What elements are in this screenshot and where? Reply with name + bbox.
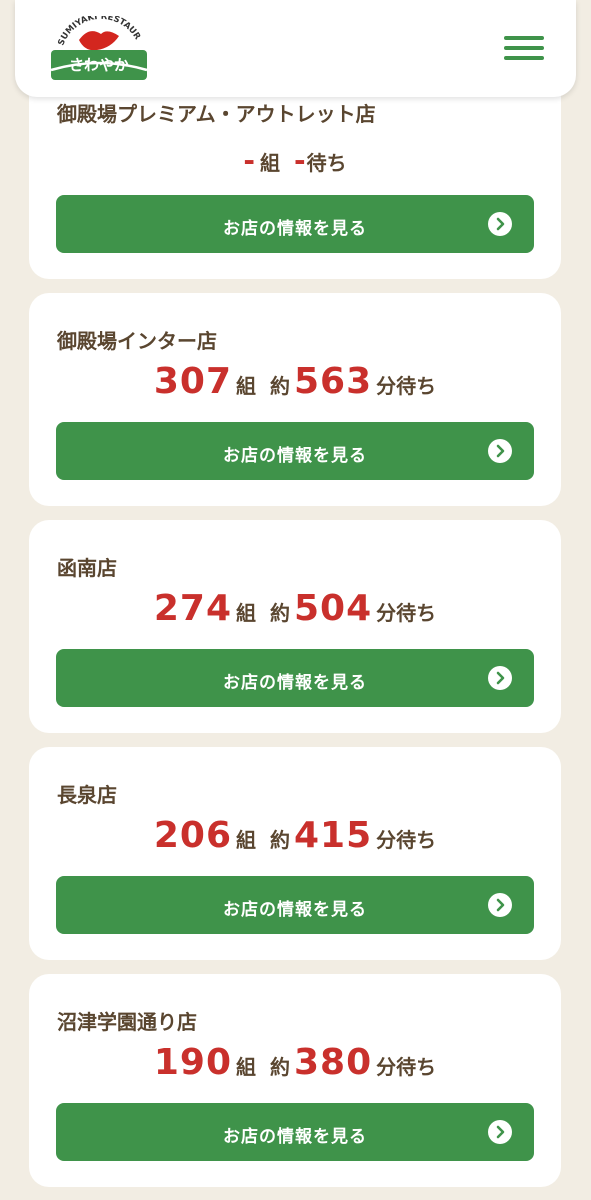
group-unit: 組 (236, 374, 256, 398)
store-card: 御殿場インター店 307 組約 563 分待ち お店の情報を見る (29, 293, 561, 506)
wait-status: 206 組約 415 分待ち (29, 815, 561, 856)
wait-minutes: 415 (294, 815, 373, 856)
store-info-button[interactable]: お店の情報を見る (56, 1103, 534, 1161)
store-info-button[interactable]: お店の情報を見る (56, 649, 534, 707)
approx-label: 約 (270, 828, 290, 852)
hamburger-menu-icon[interactable] (504, 34, 544, 62)
group-unit: 組 (260, 151, 280, 175)
wait-groups: 206 (153, 815, 232, 856)
chevron-right-icon (488, 1120, 512, 1144)
button-label: お店の情報を見る (223, 446, 367, 466)
logo-name: さわやか (69, 56, 129, 74)
approx-label: 約 (270, 374, 290, 398)
store-card: 函南店 274 組約 504 分待ち お店の情報を見る (29, 520, 561, 733)
chevron-right-icon (488, 666, 512, 690)
store-info-button[interactable]: お店の情報を見る (56, 422, 534, 480)
wait-groups: 274 (153, 588, 232, 629)
minute-unit: 分待ち (376, 828, 437, 852)
minute-unit: 待ち (306, 151, 347, 175)
store-card: 沼津学園通り店 190 組約 380 分待ち お店の情報を見る (29, 974, 561, 1187)
minute-unit: 分待ち (376, 1055, 437, 1079)
approx-label: 約 (270, 601, 290, 625)
store-name: 御殿場プレミアム・アウトレット店 (57, 102, 376, 126)
group-unit: 組 (236, 828, 256, 852)
wait-minutes: 563 (294, 361, 373, 402)
wait-status: 307 組約 563 分待ち (29, 361, 561, 402)
store-info-button[interactable]: お店の情報を見る (56, 876, 534, 934)
group-unit: 組 (236, 1055, 256, 1079)
store-name: 函南店 (57, 556, 117, 580)
wait-minutes: 380 (294, 1042, 373, 1083)
button-label: お店の情報を見る (223, 1127, 367, 1147)
approx-label: 約 (270, 1055, 290, 1079)
group-unit: 組 (236, 601, 256, 625)
store-name: 長泉店 (57, 783, 117, 807)
button-label: お店の情報を見る (223, 673, 367, 693)
wait-minutes: 504 (294, 588, 373, 629)
wait-minutes: - (294, 144, 307, 177)
store-name: 御殿場インター店 (57, 329, 217, 353)
chevron-right-icon (488, 439, 512, 463)
minute-unit: 分待ち (376, 374, 437, 398)
store-info-button[interactable]: お店の情報を見る (56, 195, 534, 253)
button-label: お店の情報を見る (223, 219, 367, 239)
site-header: SUMIYAKI RESTAURANT さわやか (15, 0, 576, 97)
wait-status: - 組 -待ち (29, 144, 561, 177)
sawayaka-logo[interactable]: SUMIYAKI RESTAURANT さわやか (45, 9, 149, 82)
wait-groups: - (243, 144, 256, 177)
wait-groups: 190 (153, 1042, 232, 1083)
store-name: 沼津学園通り店 (57, 1010, 197, 1034)
button-label: お店の情報を見る (223, 900, 367, 920)
minute-unit: 分待ち (376, 601, 437, 625)
wait-status: 190 組約 380 分待ち (29, 1042, 561, 1083)
chevron-right-icon (488, 212, 512, 236)
store-card: 長泉店 206 組約 415 分待ち お店の情報を見る (29, 747, 561, 960)
chevron-right-icon (488, 893, 512, 917)
wait-groups: 307 (153, 361, 232, 402)
wait-status: 274 組約 504 分待ち (29, 588, 561, 629)
